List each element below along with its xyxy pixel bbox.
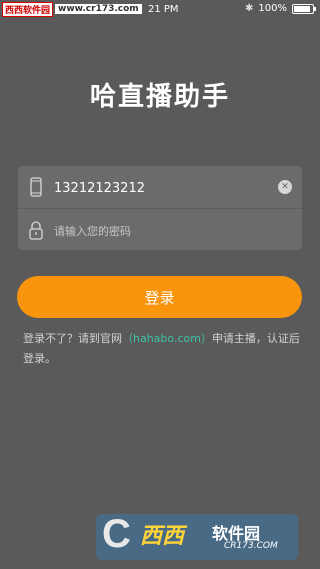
lock-icon [29,221,43,240]
bluetooth-icon: ✱ [245,3,254,14]
official-site-link[interactable]: （hahabo.com） [122,332,212,345]
watermark-site-tag: 西西软件园 [2,1,54,17]
login-form: ✕ [18,166,302,253]
watermark-brand: 西西 [140,524,185,549]
password-row [18,208,302,253]
battery-icon [292,3,316,14]
clear-icon[interactable]: ✕ [278,180,292,194]
watermark-bottom-url: CR173.COM [224,541,278,551]
battery-fill [294,5,310,12]
password-input[interactable] [52,209,276,253]
hint-text-before: 登录不了？请到官网 [23,332,122,345]
watermark-top: 西西软件园 www.cr173.com [2,1,142,17]
status-time: 21 PM [148,4,179,15]
phone-input[interactable] [52,166,276,210]
watermark-bottom: C 西西 软件园 CR173.COM [96,514,298,560]
phone-icon [30,177,42,197]
phone-row: ✕ [18,166,302,210]
login-hint: 登录不了？请到官网（hahabo.com）申请主播，认证后登录。 [23,329,303,369]
app-title: 哈直播助手 [89,82,230,112]
status-right: ✱ 100% [245,3,316,14]
watermark-logo-letter: C [102,514,131,556]
battery-percent: 100% [258,3,287,14]
login-button[interactable]: 登录 [17,276,302,318]
watermark-url: www.cr173.com [55,4,142,14]
